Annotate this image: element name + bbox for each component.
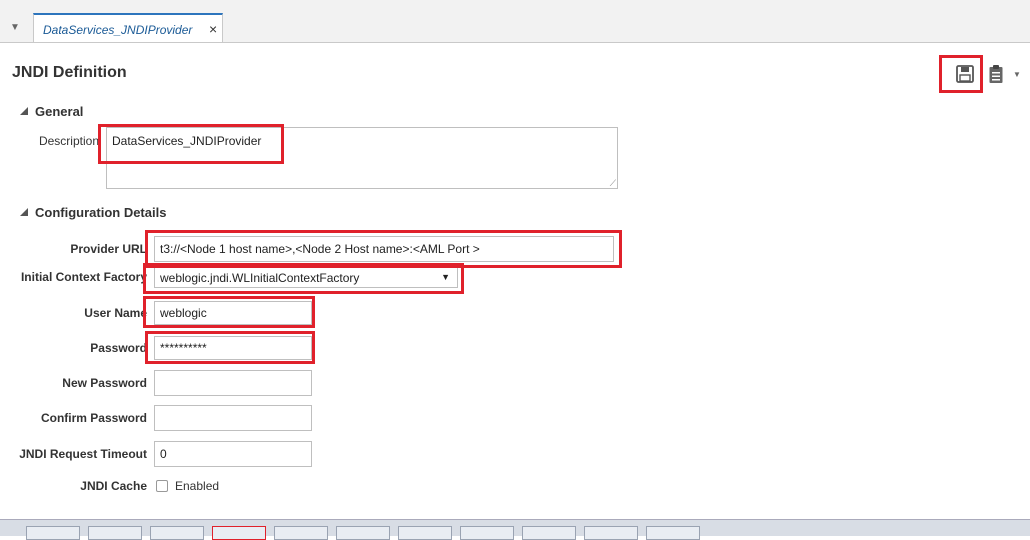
resize-handle-icon[interactable]: ⟋ (610, 179, 616, 188)
new-password-label: New Password (62, 376, 147, 390)
provider-url-input[interactable]: t3://<Node 1 host name>,<Node 2 Host nam… (154, 236, 614, 262)
taskbar-button[interactable] (460, 526, 514, 540)
tab-label: DataServices_JNDIProvider (43, 23, 193, 37)
description-textarea[interactable]: DataServices_JNDIProvider ⟋ (106, 127, 618, 189)
taskbar-button[interactable] (522, 526, 576, 540)
taskbar-button[interactable] (336, 526, 390, 540)
jndi-cache-checkbox[interactable] (156, 480, 168, 492)
section-config-title: Configuration Details (35, 205, 167, 220)
confirm-password-input[interactable] (154, 405, 312, 431)
taskbar-button[interactable] (88, 526, 142, 540)
tab-bar: ▼ DataServices_JNDIProvider × (0, 0, 1030, 43)
close-icon[interactable]: × (209, 21, 217, 37)
jndi-cache-label: JNDI Cache (80, 479, 147, 493)
taskbar-button[interactable] (150, 526, 204, 540)
collapse-triangle-icon (20, 208, 28, 216)
initial-context-factory-label: Initial Context Factory (20, 270, 147, 284)
section-general[interactable]: General (20, 104, 83, 119)
clipboard-icon[interactable] (988, 64, 1004, 84)
user-name-label: User Name (84, 306, 147, 320)
taskbar-button[interactable] (398, 526, 452, 540)
password-input[interactable]: ********** (154, 336, 312, 360)
section-general-title: General (35, 104, 84, 119)
initial-context-factory-select[interactable]: weblogic.jndi.WLInitialContextFactory ▼ (154, 266, 458, 288)
save-icon[interactable] (955, 64, 975, 84)
description-value: DataServices_JNDIProvider (112, 134, 262, 148)
jndi-request-timeout-label: JNDI Request Timeout (19, 447, 147, 461)
user-name-input[interactable]: weblogic (154, 301, 312, 325)
tab-dataservices-jndiprovider[interactable]: DataServices_JNDIProvider × (33, 13, 223, 42)
jndi-request-timeout-input[interactable]: 0 (154, 441, 312, 467)
chevron-down-icon: ▼ (441, 272, 450, 282)
page-title: JNDI Definition (12, 64, 127, 81)
taskbar-button[interactable] (26, 526, 80, 540)
new-password-input[interactable] (154, 370, 312, 396)
password-label: Password (90, 341, 147, 355)
provider-url-label: Provider URL (70, 242, 147, 256)
toolbar-dropdown-icon[interactable]: ▼ (1013, 70, 1021, 79)
section-configuration-details[interactable]: Configuration Details (20, 205, 166, 220)
jndi-cache-enabled-label[interactable]: Enabled (175, 479, 219, 493)
taskbar-button[interactable] (646, 526, 700, 540)
taskbar-button[interactable] (584, 526, 638, 540)
collapse-triangle-icon (20, 107, 28, 115)
description-label: Description (38, 134, 99, 148)
taskbar-button[interactable] (274, 526, 328, 540)
taskbar-button[interactable] (212, 526, 266, 540)
initial-context-factory-value: weblogic.jndi.WLInitialContextFactory (160, 271, 360, 285)
os-taskbar (0, 519, 1030, 540)
tab-menu-icon[interactable]: ▼ (10, 22, 20, 33)
confirm-password-label: Confirm Password (40, 411, 147, 425)
